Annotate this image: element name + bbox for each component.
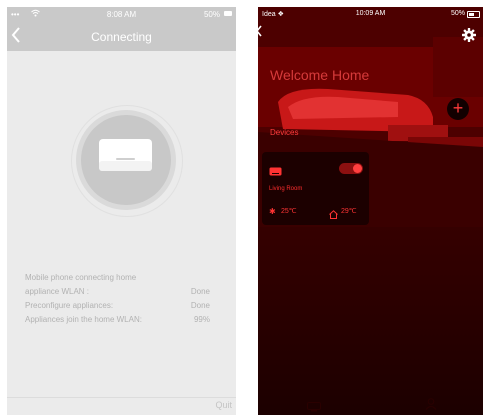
- nav-bar: Connecting: [7, 23, 236, 51]
- devices-section-label: Devices: [270, 128, 299, 137]
- connecting-screen: ••• 8:08 AM 50% Connecting Mobile phone …: [7, 7, 236, 415]
- status-bar: Idea ❖ 10:09 AM 50%: [258, 7, 483, 23]
- progress-row: Preconfigure appliances: Done: [25, 299, 210, 313]
- welcome-title: Welcome Home: [270, 67, 370, 83]
- footer-divider: [7, 397, 236, 398]
- gear-icon[interactable]: [462, 28, 476, 42]
- progress-row: appliance WLAN : Done: [25, 285, 210, 299]
- person-tab-icon[interactable]: [425, 397, 437, 410]
- progress-label: Mobile phone connecting home: [25, 273, 137, 282]
- progress-status: Done: [190, 301, 210, 310]
- battery-icon: [467, 11, 480, 18]
- battery-percent: 50%: [450, 10, 465, 17]
- progress-label: Preconfigure appliances:: [25, 301, 114, 310]
- power-toggle[interactable]: [339, 163, 363, 174]
- thermometer-icon: ✱: [269, 207, 276, 216]
- status-bar: ••• 8:08 AM 50%: [7, 7, 236, 23]
- progress-status: Done: [190, 287, 210, 296]
- device-name: Living Room: [269, 186, 303, 192]
- house-icon: [329, 206, 338, 219]
- back-arrow-icon[interactable]: [258, 24, 262, 43]
- quit-button[interactable]: Quit: [215, 400, 232, 410]
- home-tab-icon[interactable]: [307, 399, 321, 412]
- progress-label: Appliances join the home WLAN:: [25, 315, 142, 324]
- progress-row: Mobile phone connecting home: [25, 271, 210, 285]
- page-title: Connecting: [91, 30, 152, 44]
- battery-percent: 50%: [203, 10, 220, 19]
- device-card[interactable]: Living Room ✱ 25℃ 29℃: [262, 152, 369, 225]
- outdoor-temperature: 29℃: [341, 208, 357, 215]
- progress-row: Appliances join the home WLAN: 99%: [25, 313, 210, 327]
- air-conditioner-icon: [98, 138, 153, 172]
- indoor-temperature: 25℃: [281, 208, 297, 215]
- plus-icon: +: [452, 98, 464, 118]
- status-time: 10:09 AM: [355, 10, 386, 17]
- home-screen: Idea ❖ 10:09 AM 50% Welcome Home + Devic…: [258, 7, 483, 415]
- toggle-knob: [353, 164, 362, 173]
- connection-progress: Mobile phone connecting home appliance W…: [25, 271, 210, 327]
- add-device-button[interactable]: +: [447, 98, 469, 120]
- battery-icon: [224, 11, 232, 16]
- air-conditioner-icon: [269, 163, 282, 176]
- progress-label: appliance WLAN :: [25, 287, 90, 296]
- status-time: 8:08 AM: [106, 10, 137, 19]
- progress-status: 99%: [193, 315, 210, 324]
